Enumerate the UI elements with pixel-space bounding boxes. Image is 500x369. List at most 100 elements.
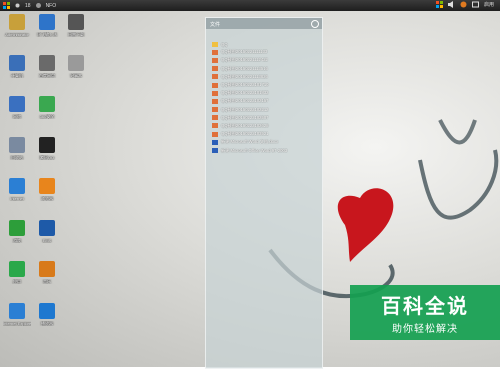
qq-icon xyxy=(39,137,55,153)
desktop-icon-green-app[interactable]: 应用 xyxy=(3,261,31,284)
volume-icon[interactable] xyxy=(447,1,455,8)
desktop-icon-game[interactable]: 游戏 xyxy=(3,220,31,243)
desktop-icon-file[interactable]: 记事本 xyxy=(62,55,90,78)
browser-icon xyxy=(39,178,55,194)
taskbar-left: 18 NFO xyxy=(3,2,56,9)
watermark-badge: 百科全说 助你轻松解决 xyxy=(350,285,500,340)
desktop-icon-player[interactable]: 播放器 xyxy=(33,303,61,326)
file-list-item[interactable]: QQ截图20150221111133 xyxy=(212,48,287,56)
doc-file-icon xyxy=(212,148,218,154)
file-list-item[interactable]: QQ截图20150222102212 xyxy=(212,106,287,114)
player-icon xyxy=(39,303,55,319)
desktop-icon-network[interactable]: 网络 xyxy=(3,96,31,119)
network-icon[interactable] xyxy=(435,1,443,8)
file-name: 新建 Microsoft Office Word 97-2003 xyxy=(221,147,288,153)
desktop-icon-iflytek[interactable]: 讯飞输入法 xyxy=(33,14,61,37)
file-list-item[interactable]: QQ xyxy=(212,40,287,48)
file-name: QQ截图20150222102507 xyxy=(221,114,269,120)
start-menu-icon[interactable] xyxy=(3,2,10,9)
desktop-icon-music[interactable]: 音乐 xyxy=(33,261,61,284)
computer-icon xyxy=(9,55,25,71)
desktop-icon-browser[interactable]: 浏览器 xyxy=(33,178,61,201)
file-name: QQ截图20150221111133 xyxy=(221,49,268,55)
doc-file-icon xyxy=(212,139,218,145)
cloud-icon xyxy=(39,55,55,71)
green-app-icon xyxy=(9,261,25,277)
security-icon xyxy=(39,96,55,112)
file-name: QQ截图20150222102157 xyxy=(221,98,269,104)
desktop-icon-recycle-bin[interactable]: 回收站 xyxy=(3,137,31,160)
desktop-icon-label: 迅雷下载 xyxy=(68,32,84,37)
download-icon xyxy=(68,14,84,30)
watermark-title: 百科全说 xyxy=(381,296,469,318)
top-taskbar: 18 NFO 启用 xyxy=(0,0,500,11)
image-file-icon xyxy=(212,57,218,63)
recycle-bin-icon xyxy=(9,137,25,153)
image-file-icon xyxy=(212,131,218,137)
file-list-item[interactable]: 新建 Microsoft Office Word 97-2003 xyxy=(212,146,287,154)
file-list-item[interactable]: QQ截图20150222101710 xyxy=(212,81,287,89)
weather-icon xyxy=(35,2,42,9)
taskbar-weather: NFO xyxy=(45,2,57,9)
file-name: 新建 Microsoft Word 文档.docx xyxy=(221,139,279,145)
file-list-item[interactable]: QQ截图20150222102157 xyxy=(212,97,287,105)
desktop-icon-label: 回收站 xyxy=(11,155,23,160)
file-name: QQ截图20150222103521 xyxy=(221,131,269,137)
file-list-item[interactable]: 新建 Microsoft Word 文档.docx xyxy=(212,138,287,146)
folder-panel[interactable]: 文件 QQ QQ截图20150221111133 QQ截图2015022111242… xyxy=(205,17,323,369)
desktop-icon-computer[interactable]: 计算机 xyxy=(3,55,31,78)
image-file-icon xyxy=(212,49,218,55)
file-name: QQ截图20150221113826 xyxy=(221,73,268,79)
file-list-item[interactable]: QQ截图20150222102507 xyxy=(212,114,287,122)
ems-icon xyxy=(39,220,55,236)
desktop-icon-label: 360安全 xyxy=(39,114,55,119)
desktop-icon-cloud[interactable]: 百度网盘 xyxy=(33,55,61,78)
image-file-icon xyxy=(212,66,218,72)
desktop-icon-download[interactable]: 迅雷下载 xyxy=(62,14,90,37)
image-file-icon xyxy=(212,115,218,121)
desktop-icon-label: 计算机 xyxy=(11,73,23,78)
image-file-icon xyxy=(212,107,218,113)
taskbar-temp: 18 xyxy=(25,2,31,9)
desktop-icon-label: 浏览器 xyxy=(41,196,53,201)
desktop-icon-label: 应用 xyxy=(13,279,21,284)
file-name: QQ截图20150221113516 xyxy=(221,65,268,71)
desktop-icon-ems[interactable]: EMS xyxy=(33,220,61,243)
internet-explorer-icon xyxy=(9,303,25,319)
desktop-icon-internet-explorer[interactable]: Internet Explorer xyxy=(3,303,31,326)
file-list-item[interactable]: QQ截图20150221113826 xyxy=(212,73,287,81)
file-list-item[interactable]: QQ截图20150221113516 xyxy=(212,65,287,73)
sun-icon xyxy=(14,2,21,9)
image-file-icon xyxy=(212,123,218,129)
image-file-icon xyxy=(212,98,218,104)
file-list-item[interactable]: QQ截图20150221112422 xyxy=(212,56,287,64)
desktop-icon-label: 百度网盘 xyxy=(39,73,55,78)
music-icon xyxy=(39,261,55,277)
desktop-icon-label: 腾讯QQ xyxy=(39,155,55,160)
file-list-item[interactable]: QQ截图20150222103521 xyxy=(212,130,287,138)
desktop-icon-my-computer[interactable]: Administrator xyxy=(3,14,31,37)
app-icon[interactable] xyxy=(460,1,467,8)
desktop-icon-label: Internet xyxy=(10,196,24,201)
file-name: QQ截图20150222102628 xyxy=(221,122,269,128)
panel-header: 文件 xyxy=(206,18,322,29)
file-name: QQ截图20150222102212 xyxy=(221,106,269,112)
taskbar-tray: 启用 xyxy=(435,1,494,8)
desktop-icon-ie[interactable]: Internet xyxy=(3,178,31,201)
desktop-icon-label: Internet Explorer xyxy=(3,321,31,326)
file-name: QQ xyxy=(221,41,228,47)
file-list-item[interactable]: QQ截图20150222102628 xyxy=(212,122,287,130)
file-name: QQ截图20150221112422 xyxy=(221,57,268,63)
desktop-icon-qq[interactable]: 腾讯QQ xyxy=(33,137,61,160)
heart-shape xyxy=(337,188,394,262)
tray-icon[interactable] xyxy=(471,1,479,8)
file-list-item[interactable]: QQ截图20150222101832 xyxy=(212,89,287,97)
panel-title: 文件 xyxy=(210,22,221,28)
network-icon xyxy=(9,96,25,112)
file-list: QQ QQ截图20150221111133 QQ截图20150221112422 QQ… xyxy=(212,40,287,155)
desktop-icon-label: 游戏 xyxy=(13,238,21,243)
desktop-icon-security[interactable]: 360安全 xyxy=(33,96,61,119)
panel-close-icon[interactable] xyxy=(311,20,319,28)
ie-icon xyxy=(9,178,25,194)
desktop-icon-label: 音乐 xyxy=(43,279,51,284)
